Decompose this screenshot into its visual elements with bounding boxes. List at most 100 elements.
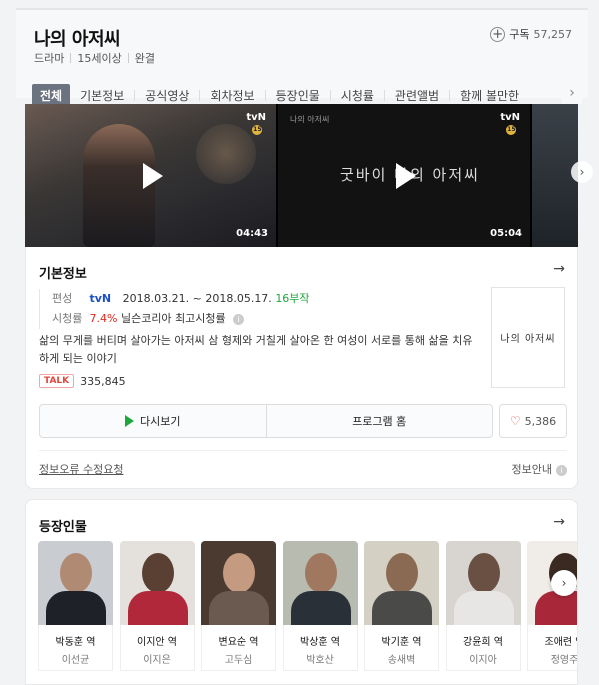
page: 나의 아저씨 + 구독 57,257 드라마 15세이상 완결 전체 기본정보 … (0, 0, 599, 685)
cast-card[interactable]: 박상훈 역 박호산 (282, 541, 358, 671)
heart-icon: ♡ (509, 414, 521, 428)
button-group: 다시보기 프로그램 홈 (39, 404, 493, 438)
program-home-button[interactable]: 프로그램 홈 (265, 405, 493, 437)
play-icon (125, 415, 134, 427)
subscribe-button[interactable]: + 구독 57,257 (490, 26, 572, 42)
tab-albums[interactable]: 관련앨범 (385, 84, 449, 106)
cast-names: 이지안 역 이지은 (119, 625, 195, 671)
subscribe-count: 57,257 (533, 27, 573, 41)
card-footer: 정보오류 수정요청 정보안내 i (39, 461, 567, 477)
meta-status: 완결 (134, 52, 155, 65)
cast-role: 강윤희 역 (463, 637, 503, 648)
channel-logo: tvN 15 (246, 112, 266, 135)
section-title: 기본정보 (39, 267, 87, 282)
photo-body (290, 591, 351, 625)
tab-basic-info[interactable]: 기본정보 (70, 84, 134, 106)
cast-card[interactable]: 조애련 역 정영주 (527, 541, 578, 671)
channel-name[interactable]: tvN (90, 292, 112, 305)
cast-card[interactable]: 박기훈 역 송새벽 (364, 541, 439, 671)
rating-note: 최고시청률 (175, 312, 226, 325)
tab-ratings[interactable]: 시청률 (331, 84, 384, 106)
section-title: 등장인물 (39, 520, 87, 535)
photo-body (209, 591, 269, 625)
photo-body (535, 591, 577, 625)
cast-role: 변요순 역 (218, 637, 259, 648)
info-icon: i (556, 464, 567, 476)
cast-photo (119, 541, 195, 625)
rewatch-label: 다시보기 (140, 415, 181, 428)
video-duration: 04:43 (236, 228, 268, 239)
rating-label: 시청률 (52, 312, 83, 325)
meta-divider (70, 53, 72, 63)
rating-source: 닐슨코리아 (120, 312, 172, 325)
cast-card[interactable]: 변요순 역 고두심 (201, 541, 276, 671)
arrow-right-icon[interactable]: → (553, 261, 565, 277)
photo-body (453, 591, 514, 625)
cast-card[interactable]: 이지안 역 이지은 (119, 541, 195, 671)
cast-actor: 송새벽 (387, 655, 416, 666)
photo-body (46, 591, 106, 625)
tab-recommended[interactable]: 함께 볼만한 (450, 84, 529, 106)
cast-photo (445, 541, 521, 625)
cast-actor: 고두심 (224, 655, 253, 666)
video-duration: 05:04 (490, 228, 522, 239)
cast-role: 이지안 역 (137, 637, 177, 648)
cast-photo (38, 541, 113, 625)
cast-section: 등장인물 → 박동훈 역 이선균 이지안 역 이지은 변요순 역 고두심 박상훈… (25, 499, 578, 685)
tab-all[interactable]: 전체 (32, 84, 71, 106)
episode-count[interactable]: 16부작 (275, 292, 309, 305)
tab-cast[interactable]: 등장인물 (266, 84, 330, 106)
play-icon[interactable] (142, 162, 163, 189)
like-button[interactable]: ♡ 5,386 (499, 404, 567, 438)
cast-actor: 이지은 (143, 655, 171, 666)
info-guide[interactable]: 정보안내 i (512, 461, 567, 477)
play-icon[interactable] (396, 162, 416, 189)
tab-official-video[interactable]: 공식영상 (135, 84, 199, 106)
meta-age-rating: 15세이상 (77, 52, 122, 65)
cast-list: 박동훈 역 이선균 이지안 역 이지은 변요순 역 고두심 박상훈 역 박호산 … (38, 541, 578, 671)
cast-names: 박기훈 역 송새벽 (364, 625, 439, 671)
photo-head (304, 553, 337, 593)
info-icon[interactable]: i (233, 313, 245, 325)
photo-head (467, 553, 500, 593)
photo-head (386, 553, 418, 593)
cast-names: 박상훈 역 박호산 (282, 625, 358, 671)
tab-episodes[interactable]: 회차정보 (200, 84, 264, 106)
cast-role: 조애련 역 (544, 637, 578, 648)
carousel-next-icon[interactable]: › (571, 161, 593, 183)
program-title[interactable]: 나의 아저씨 (34, 25, 121, 51)
photo-head (141, 553, 174, 593)
cast-names: 강윤희 역 이지아 (445, 625, 521, 671)
cast-actor: 박호산 (306, 655, 334, 666)
cast-photo (282, 541, 358, 625)
broadcast-label: 편성 (52, 292, 73, 305)
arrow-right-icon[interactable]: → (553, 514, 565, 530)
cast-photo (201, 541, 276, 625)
video-thumbnail[interactable]: 나의 아저씨 굿바이 나의 아저씨 tvN 15 05:04 (278, 104, 530, 247)
meta-genre: 드라마 (34, 52, 65, 65)
divider (39, 450, 567, 451)
cast-card[interactable]: 박동훈 역 이선균 (38, 541, 113, 671)
video-thumbnail[interactable]: tvN 15 04:43 (25, 104, 276, 247)
cast-card[interactable]: 강윤희 역 이지아 (445, 541, 521, 671)
poster-image[interactable]: 나의 아저씨 (491, 287, 565, 388)
talk-count[interactable]: TALK 335,845 (39, 374, 126, 388)
cast-names: 조애련 역 정영주 (527, 625, 578, 671)
tab-scroll-right-icon[interactable]: › (562, 82, 582, 104)
like-count: 5,386 (524, 414, 557, 428)
photo-body (372, 591, 432, 625)
carousel-next-icon[interactable]: › (551, 570, 577, 596)
photo-head (60, 553, 92, 593)
cast-actor: 이선균 (61, 655, 90, 666)
cast-actor: 정영주 (550, 655, 578, 666)
rewatch-button[interactable]: 다시보기 (40, 405, 266, 437)
cast-names: 변요순 역 고두심 (201, 625, 276, 671)
rating-line: 시청률 7.4% 닐슨코리아 최고시청률 i (52, 309, 310, 329)
error-report-link[interactable]: 정보오류 수정요청 (39, 461, 123, 477)
cast-role: 박기훈 역 (381, 637, 422, 648)
cast-names: 박동훈 역 이선균 (38, 625, 113, 671)
channel-logo: tvN 15 (500, 112, 520, 135)
cast-photo (364, 541, 439, 625)
talk-count-value: 335,845 (80, 374, 126, 388)
program-header: 나의 아저씨 + 구독 57,257 드라마 15세이상 완결 전체 기본정보 … (16, 10, 588, 106)
